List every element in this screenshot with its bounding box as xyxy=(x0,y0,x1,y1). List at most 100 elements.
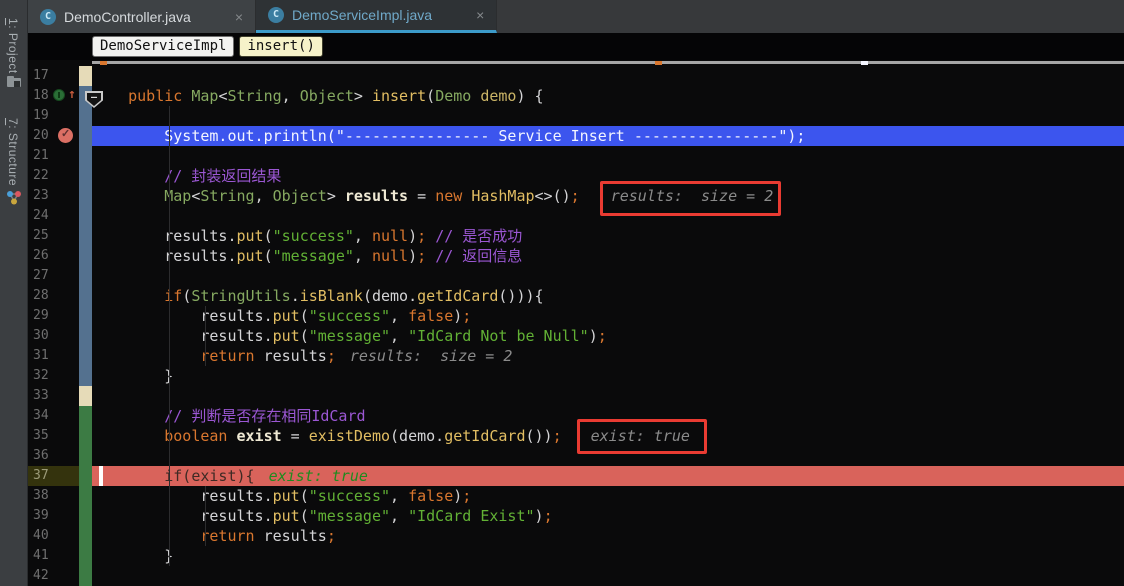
line-number[interactable]: 36 xyxy=(28,446,79,466)
code-line[interactable]: 20 System.out.println("---------------- … xyxy=(28,126,1124,146)
code-text[interactable]: public Map<String, Object> insert(Demo d… xyxy=(92,86,1124,106)
line-number[interactable]: 35 xyxy=(28,426,79,446)
code-line[interactable]: 39 results.put("message", "IdCard Exist"… xyxy=(28,506,1124,526)
token: put xyxy=(236,247,264,265)
line-number[interactable]: 24 xyxy=(28,206,79,226)
line-number[interactable]: 40 xyxy=(28,526,79,546)
code-line[interactable]: 36 xyxy=(28,446,1124,466)
token: Map xyxy=(191,87,219,105)
line-number[interactable]: 21 xyxy=(28,146,79,166)
code-line[interactable]: 25 results.put("success", null); // 是否成功 xyxy=(28,226,1124,246)
line-number[interactable]: 42 xyxy=(28,566,79,586)
code-line[interactable]: 22 // 封装返回结果 xyxy=(28,166,1124,186)
vcs-change-marker xyxy=(79,206,92,226)
code-line[interactable]: 31 return results; results: size = 2 xyxy=(28,346,1124,366)
code-line[interactable]: 26 results.put("message", null); // 返回信息 xyxy=(28,246,1124,266)
code-lines: 17 18 ↑ public Map<String, Object> insert(… xyxy=(28,66,1124,586)
folder-icon xyxy=(6,74,22,90)
code-text[interactable]: } xyxy=(92,546,1124,566)
code-line[interactable]: 18 ↑ public Map<String, Object> insert(De… xyxy=(28,86,1124,106)
code-text[interactable]: System.out.println("---------------- Ser… xyxy=(92,126,1124,146)
breadcrumb-class-chip[interactable]: DemoServiceImpl xyxy=(92,36,235,57)
line-number[interactable]: 27 xyxy=(28,266,79,286)
code-line[interactable]: 42 xyxy=(28,566,1124,586)
line-number[interactable]: 39 xyxy=(28,506,79,526)
line-number[interactable]: 30 xyxy=(28,326,79,346)
close-icon[interactable]: × xyxy=(233,10,245,24)
code-line[interactable]: 41 } xyxy=(28,546,1124,566)
implements-method-icon[interactable] xyxy=(53,89,65,101)
token: demo xyxy=(480,87,517,105)
close-icon[interactable]: × xyxy=(474,8,486,22)
code-text[interactable]: results.put("success", false); xyxy=(92,306,1124,326)
editor-tab-bar: C DemoController.java × C DemoServiceImp… xyxy=(28,0,1124,33)
code-line[interactable]: 35 boolean exist = existDemo(demo.getIdC… xyxy=(28,426,1124,446)
breadcrumb-method-chip[interactable]: insert() xyxy=(239,36,323,57)
toolwindow-structure-button[interactable]: 7: Structure xyxy=(6,118,20,186)
code-line[interactable]: 38 results.put("success", false); xyxy=(28,486,1124,506)
code-text[interactable]: return results; xyxy=(92,526,1124,546)
code-line[interactable]: 19 xyxy=(28,106,1124,126)
tab-democontroller[interactable]: C DemoController.java × xyxy=(28,0,257,33)
code-line[interactable]: 33 xyxy=(28,386,1124,406)
line-number[interactable]: 32 xyxy=(28,366,79,386)
code-text[interactable]: if(StringUtils.isBlank(demo.getIdCard())… xyxy=(92,286,1124,306)
vcs-change-marker xyxy=(79,266,92,286)
code-line[interactable]: 28 if(StringUtils.isBlank(demo.getIdCard… xyxy=(28,286,1124,306)
code-line[interactable]: 34 // 判断是否存在相同IdCard xyxy=(28,406,1124,426)
line-number[interactable]: 19 xyxy=(28,106,79,126)
code-line[interactable]: 37 if(exist){exist: true xyxy=(28,466,1124,486)
line-number[interactable]: 25 xyxy=(28,226,79,246)
caret xyxy=(99,466,103,486)
code-text[interactable]: results.put("success", null); // 是否成功 xyxy=(92,226,1124,246)
tab-demoserviceimpl[interactable]: C DemoServiceImpl.java × xyxy=(256,0,498,33)
navigate-up-icon[interactable]: ↑ xyxy=(68,86,76,104)
code-line[interactable]: 21 xyxy=(28,146,1124,166)
token: results. xyxy=(92,247,237,265)
code-text[interactable]: results.put("message", "IdCard Exist"); xyxy=(92,506,1124,526)
line-number[interactable]: 31 xyxy=(28,346,79,366)
code-text[interactable]: return results; results: size = 2 xyxy=(92,346,1124,366)
code-text[interactable]: if(exist){exist: true xyxy=(92,466,1124,486)
code-line[interactable]: 17 xyxy=(28,66,1124,86)
line-number[interactable]: 22 xyxy=(28,166,79,186)
code-text[interactable]: results.put("success", false); xyxy=(92,486,1124,506)
line-number[interactable]: 38 xyxy=(28,486,79,506)
line-number[interactable]: 20 xyxy=(28,126,79,146)
code-text[interactable]: } xyxy=(92,366,1124,386)
code-line[interactable]: 32 } xyxy=(28,366,1124,386)
code-text[interactable] xyxy=(92,386,1124,406)
line-number[interactable]: 37 xyxy=(28,466,79,486)
breakpoint-icon[interactable] xyxy=(58,127,73,143)
line-number[interactable]: 28 xyxy=(28,286,79,306)
line-number[interactable]: 26 xyxy=(28,246,79,266)
token: ; xyxy=(570,187,580,205)
line-number[interactable]: 33 xyxy=(28,386,79,406)
code-line[interactable]: 30 results.put("message", "IdCard Not be… xyxy=(28,326,1124,346)
code-line[interactable]: 29 results.put("success", false); xyxy=(28,306,1124,326)
code-text[interactable] xyxy=(92,266,1124,286)
code-text[interactable] xyxy=(92,146,1124,166)
token: results. xyxy=(92,227,237,245)
code-line[interactable]: 24 xyxy=(28,206,1124,226)
line-number[interactable]: 18 ↑ xyxy=(28,86,79,106)
code-text[interactable] xyxy=(92,106,1124,126)
code-text[interactable] xyxy=(92,566,1124,586)
code-line[interactable]: 23 Map<String, Object> results = new Has… xyxy=(28,186,1124,206)
code-line[interactable]: 40 return results; xyxy=(28,526,1124,546)
line-number[interactable]: 17 xyxy=(28,66,79,86)
code-text[interactable] xyxy=(92,66,1124,86)
code-text[interactable]: results.put("message", "IdCard Not be Nu… xyxy=(92,326,1124,346)
editor[interactable]: 17 18 ↑ public Map<String, Object> insert(… xyxy=(28,60,1124,586)
line-number[interactable]: 41 xyxy=(28,546,79,566)
line-number[interactable]: 34 xyxy=(28,406,79,426)
toolwindow-project-button[interactable]: 1: Project xyxy=(6,18,20,74)
debugger-inline-hint: results: size = 2 xyxy=(349,347,513,365)
code-text[interactable]: results.put("message", null); // 返回信息 xyxy=(92,246,1124,266)
line-number[interactable]: 29 xyxy=(28,306,79,326)
code-line[interactable]: 27 xyxy=(28,266,1124,286)
line-number[interactable]: 23 xyxy=(28,186,79,206)
